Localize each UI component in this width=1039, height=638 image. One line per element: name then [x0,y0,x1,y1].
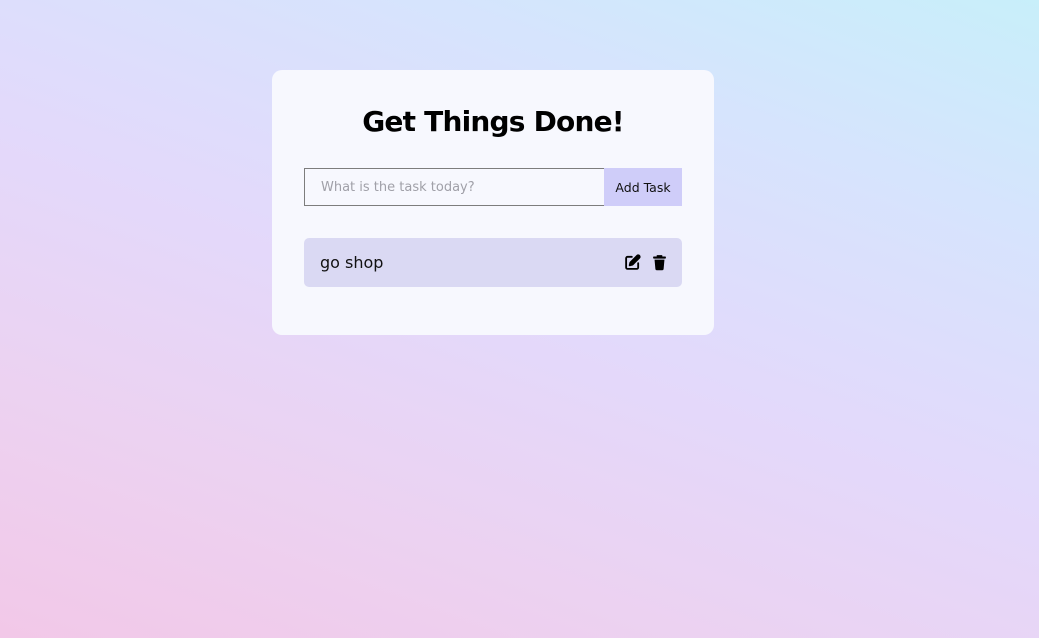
todo-list: go shop [304,238,682,287]
add-task-button[interactable]: Add Task [604,168,682,206]
task-form: Add Task [304,168,682,206]
todo-item: go shop [304,238,682,287]
edit-icon[interactable] [624,254,641,271]
trash-icon[interactable] [651,254,668,271]
task-input[interactable] [304,168,604,206]
todo-card: Get Things Done! Add Task go shop [272,70,714,335]
todo-text[interactable]: go shop [320,253,383,272]
page-title: Get Things Done! [362,105,624,138]
todo-actions [624,254,668,271]
